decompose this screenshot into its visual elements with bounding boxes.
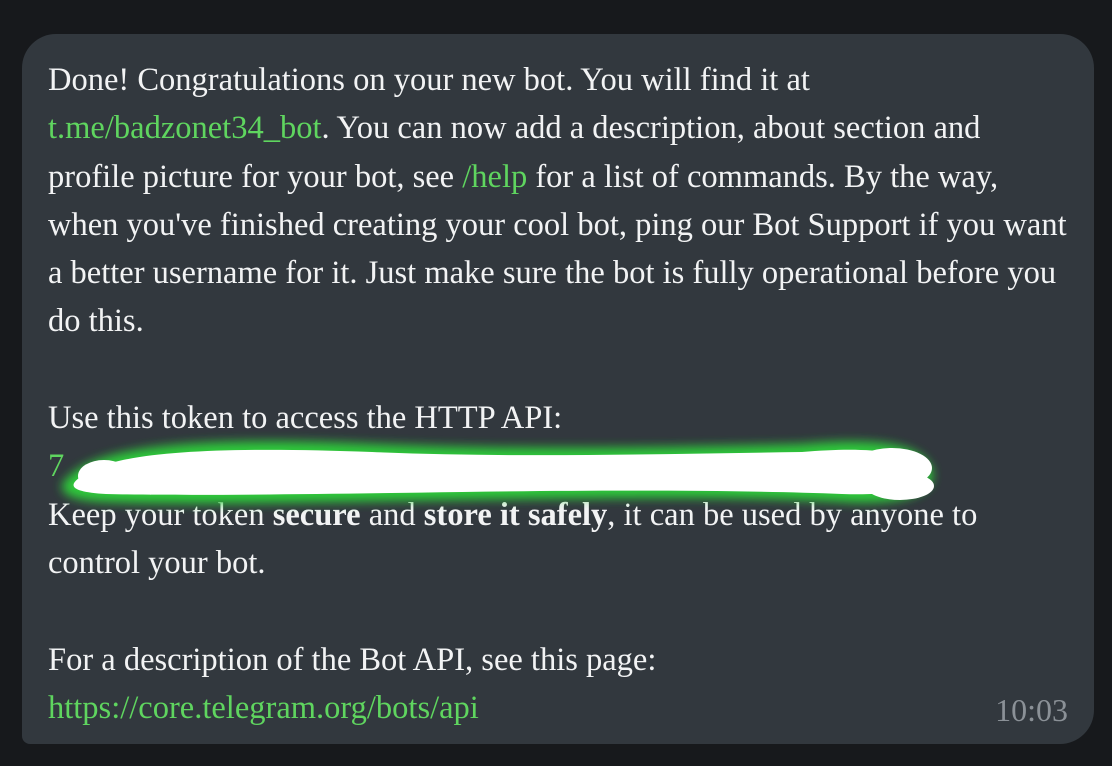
intro-text: Done! Congratulations on your new bot. Y… [48, 62, 810, 98]
token-line[interactable]: 7 [48, 441, 1068, 505]
redaction-scribble [62, 441, 934, 505]
message-text: Done! Congratulations on your new bot. Y… [48, 56, 1068, 732]
bot-link[interactable]: t.me/badzonet34_bot [48, 110, 321, 146]
api-docs-link[interactable]: https://core.telegram.org/bots/api [48, 690, 479, 726]
api-link-line: https://core.telegram.org/bots/api [48, 684, 1068, 732]
message-paragraph-intro: Done! Congratulations on your new bot. Y… [48, 56, 1068, 346]
message-bubble[interactable]: Done! Congratulations on your new bot. Y… [22, 34, 1094, 744]
message-timestamp: 10:03 [995, 692, 1068, 728]
api-intro: For a description of the Bot API, see th… [48, 641, 657, 678]
help-command-link[interactable]: /help [462, 159, 527, 195]
